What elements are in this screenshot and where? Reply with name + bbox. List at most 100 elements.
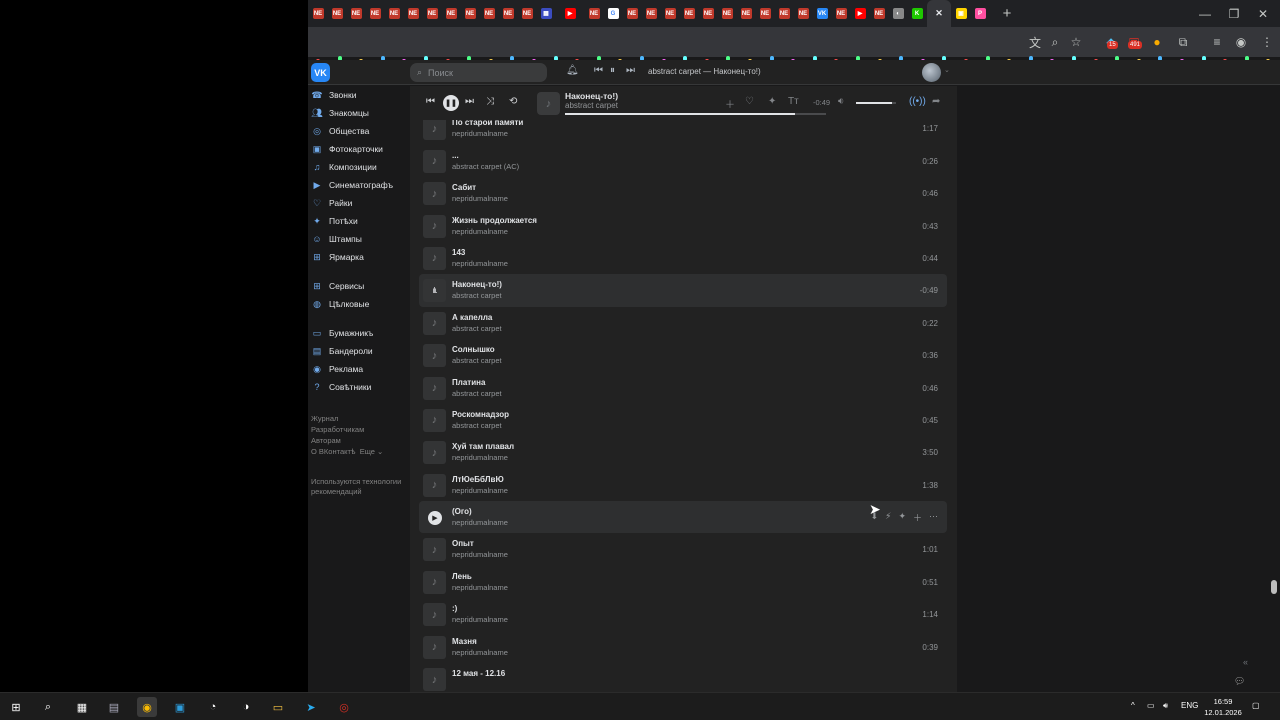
track-row[interactable]: ♪ Опыт nepridumalname 1:01 (419, 533, 947, 565)
browser-tab[interactable]: NE (480, 5, 498, 23)
browser-tab[interactable]: ▶ (851, 5, 869, 23)
volume-icon[interactable]: 🔉︎ (838, 96, 844, 107)
extension-icon[interactable]: ● (1148, 33, 1166, 51)
track-row[interactable]: ♪ 12 мая - 12.16 (419, 663, 947, 692)
nav-item[interactable]: ☺ Штампы (310, 230, 410, 248)
shuffle-icon[interactable]: ⤨ (486, 96, 494, 107)
zoom-icon[interactable]: ⌕ (1046, 33, 1064, 51)
broadcast-icon[interactable]: ((•)) (909, 96, 926, 107)
footer-link[interactable]: Разработчикам (311, 424, 407, 435)
pause-button[interactable]: ❚❚ (443, 95, 459, 111)
track-artist[interactable]: nepridumalname (452, 194, 508, 203)
active-tab[interactable]: ✕ (927, 0, 951, 27)
calculator-icon[interactable]: ▤ (104, 697, 124, 717)
prev-track-icon[interactable]: ⏮︎ (594, 65, 603, 76)
nav-item[interactable]: ♫ Композиции (310, 158, 410, 176)
progress-bar[interactable] (565, 113, 826, 115)
minimize-button[interactable]: — (1190, 0, 1220, 27)
browser-tab[interactable]: ▶ (561, 5, 579, 23)
track-artist[interactable]: abstract carpet (452, 389, 502, 398)
browser-tab[interactable]: NE (585, 5, 603, 23)
track-title[interactable]: Платина (452, 378, 485, 387)
browser-tab[interactable]: NE (661, 5, 679, 23)
nav-item[interactable]: ◎ Общества (310, 122, 410, 140)
media-control-icon[interactable]: ≡ (1208, 33, 1226, 51)
next-track-icon[interactable]: ⏭︎ (465, 96, 474, 107)
track-row[interactable]: ♪ Жизнь продолжается nepridumalname 0:43 (419, 210, 947, 242)
browser-tab[interactable]: NE (794, 5, 812, 23)
play-icon[interactable]: ▶ (428, 511, 442, 526)
browser-tab[interactable]: ▣ (952, 5, 970, 23)
telegram-icon[interactable]: ➤ (301, 697, 321, 717)
nav-item[interactable]: ◉ Реклама (310, 360, 410, 378)
windows-icon[interactable]: ⊞ (6, 697, 26, 717)
network-icon[interactable]: ▭ (1147, 701, 1155, 710)
flash-icon[interactable]: ⚡︎ (885, 511, 891, 524)
share-icon[interactable]: ➦ (932, 96, 940, 107)
track-artist[interactable]: nepridumalname (452, 550, 508, 559)
browser-tab[interactable]: P (971, 5, 989, 23)
steam-icon[interactable]: ◔ (203, 697, 223, 717)
track-row[interactable]: ♪ Мазня nepridumalname 0:39 (419, 631, 947, 663)
browser-tab[interactable]: NE (442, 5, 460, 23)
browser-tab[interactable]: NE (404, 5, 422, 23)
pause-icon[interactable]: ⏸︎ (610, 65, 615, 76)
track-artist[interactable]: nepridumalname (452, 615, 508, 624)
track-title[interactable]: (Ого) (452, 507, 472, 516)
sparkle-icon[interactable]: ✦ (898, 511, 906, 524)
footer-link[interactable]: Журнал (311, 413, 407, 424)
browser-tab[interactable]: NE (499, 5, 517, 23)
close-window-button[interactable]: ✕ (1248, 0, 1278, 27)
track-row[interactable]: ılı. Наконец-то!) abstract carpet -0:49 (419, 274, 947, 307)
next-track-icon[interactable]: ⏭︎ (626, 65, 635, 76)
browser-tab[interactable]: NE (642, 5, 660, 23)
browser-tab[interactable]: G (604, 5, 622, 23)
track-title[interactable]: 143 (452, 248, 465, 257)
track-artist[interactable]: nepridumalname (452, 259, 508, 268)
track-row[interactable]: ♪ Роскомнадзор abstract carpet 0:45 (419, 404, 947, 436)
browser-tab[interactable]: NE (775, 5, 793, 23)
nav-item[interactable]: ◍ Цѣлковые (310, 295, 410, 313)
browser-tab[interactable]: NE (461, 5, 479, 23)
player-track-artist[interactable]: abstract carpet (565, 101, 618, 110)
track-title[interactable]: Мазня (452, 637, 477, 646)
track-artist[interactable]: nepridumalname (452, 227, 508, 236)
dislike-icon[interactable]: ♡ (745, 96, 754, 107)
track-row[interactable]: ▶ (Ого) nepridumalname ⬇ ⚡︎ ✦ ＋ ⋯ (419, 501, 947, 534)
vk-logo[interactable]: VK (311, 63, 330, 82)
collapse-icon[interactable]: « (1243, 657, 1248, 667)
track-title[interactable]: А капелла (452, 313, 492, 322)
browser-tab[interactable]: NE (309, 5, 327, 23)
new-tab-button[interactable]: + (999, 5, 1015, 22)
app-icon[interactable]: ▣ (170, 697, 190, 717)
player-track-title[interactable]: Наконец-то!) (565, 91, 618, 101)
track-title[interactable]: Лень (452, 572, 472, 581)
add-icon[interactable]: ＋ (913, 511, 922, 524)
nav-item[interactable]: ⊞ Сервисы (310, 277, 410, 295)
footer-more-link[interactable]: Еще ⌄ (360, 447, 384, 456)
browser-tab[interactable]: ◐ (889, 5, 907, 23)
nav-item[interactable]: ✦ Потѣхи (310, 212, 410, 230)
browser-tab[interactable]: NE (699, 5, 717, 23)
browser-tab[interactable]: NE (832, 5, 850, 23)
nav-item[interactable]: ▭ Бумажникъ (310, 324, 410, 342)
footer-link[interactable]: Авторам (311, 435, 407, 446)
browser-tab[interactable]: NE (718, 5, 736, 23)
scrollbar-thumb[interactable] (1271, 580, 1277, 594)
browser-tab[interactable]: NE (385, 5, 403, 23)
track-title[interactable]: 12 мая - 12.16 (452, 669, 505, 678)
obs-icon[interactable]: ◎ (334, 697, 354, 717)
track-title[interactable]: ... (452, 151, 459, 160)
search-input[interactable]: ⌕ Поиск (410, 63, 547, 82)
sparkle-icon[interactable]: ✦ (768, 96, 776, 107)
track-row[interactable]: ♪ Солнышко abstract carpet 0:36 (419, 339, 947, 371)
browser-tab[interactable]: VK (813, 5, 831, 23)
nav-item[interactable]: ? Совѣтники (310, 378, 410, 396)
track-title[interactable]: :) (452, 604, 457, 613)
chevron-up-icon[interactable]: ^ (1131, 701, 1135, 710)
prev-track-icon[interactable]: ⏮︎ (426, 96, 435, 107)
footer-link[interactable]: О ВКонтактѣ Еще ⌄ (311, 446, 407, 457)
track-artist[interactable]: nepridumalname (452, 129, 508, 138)
track-artist[interactable]: nepridumalname (452, 648, 508, 657)
notification-icon[interactable]: ▢ (1252, 701, 1260, 710)
